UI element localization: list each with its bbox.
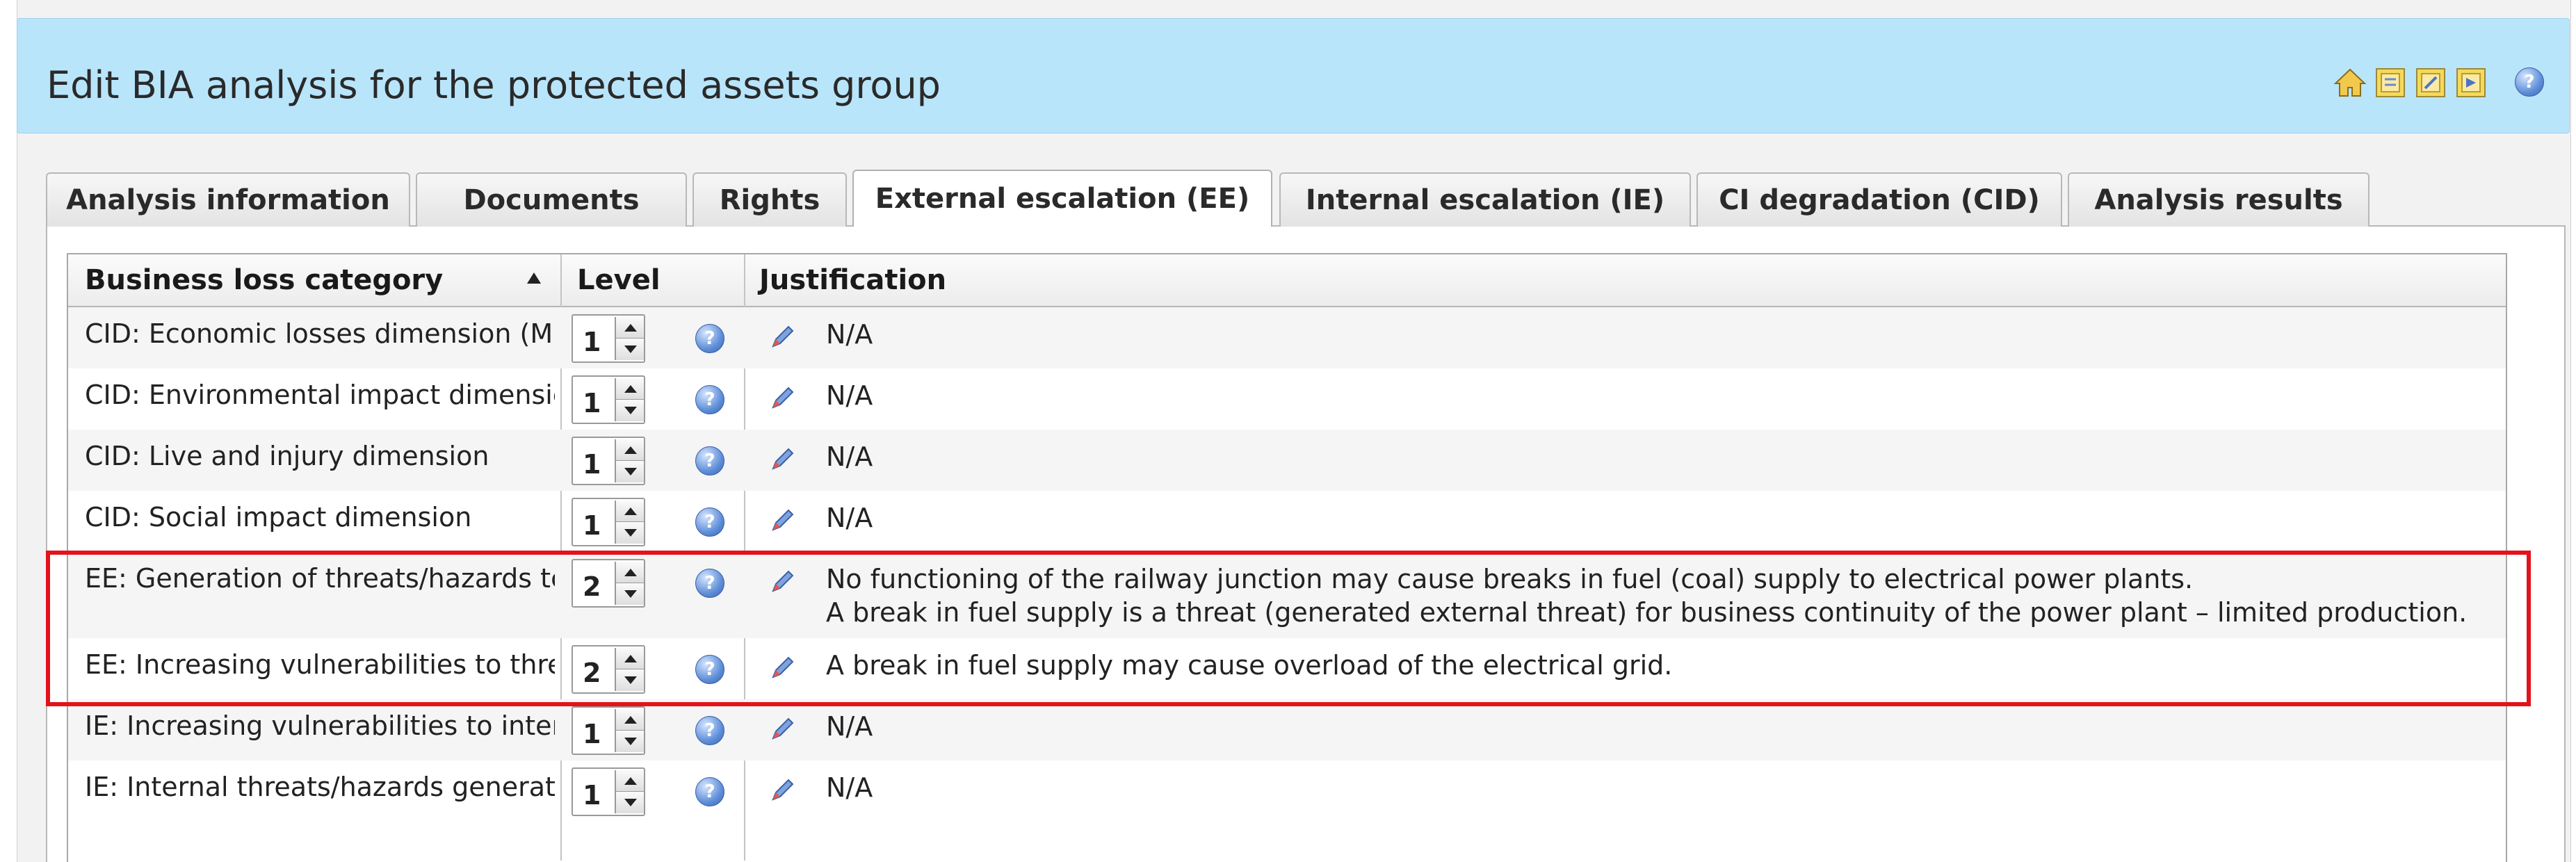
- level-stepper[interactable]: 1: [572, 498, 645, 546]
- justification-line: N/A: [826, 319, 873, 350]
- justification-line: N/A: [826, 380, 873, 411]
- pencil-icon[interactable]: [769, 506, 797, 534]
- justification-line: N/A: [826, 441, 873, 472]
- tab-rights[interactable]: Rights: [692, 172, 847, 227]
- category-cell: IE: Increasing vulnerabilities to inter: [85, 710, 555, 741]
- document-edit-icon[interactable]: [2413, 65, 2448, 100]
- pencil-icon[interactable]: [769, 323, 797, 350]
- stepper-down-button[interactable]: [615, 522, 644, 544]
- level-value: 1: [583, 327, 601, 357]
- tab-ci-degradation[interactable]: CI degradation (CID): [1696, 172, 2062, 227]
- level-value: 1: [583, 780, 601, 811]
- category-cell: CID: Live and injury dimension: [85, 441, 489, 471]
- stepper-down-button[interactable]: [615, 461, 644, 482]
- level-value: 1: [583, 510, 601, 541]
- document-icon[interactable]: [2373, 65, 2408, 100]
- category-cell: IE: Internal threats/hazards generat: [85, 772, 555, 802]
- document-export-icon[interactable]: [2454, 65, 2488, 100]
- stepper-up-button[interactable]: [615, 501, 644, 522]
- grid-header: Business loss category Level Justificati…: [68, 254, 2506, 307]
- level-stepper[interactable]: 1: [572, 314, 645, 363]
- sort-ascending-icon[interactable]: [527, 273, 541, 284]
- level-value: 1: [583, 449, 601, 480]
- column-header-level[interactable]: Level: [577, 254, 661, 306]
- stepper-down-button[interactable]: [615, 339, 644, 360]
- help-icon[interactable]: ?: [2515, 67, 2544, 97]
- help-icon[interactable]: ?: [695, 385, 724, 414]
- tab-internal-escalation[interactable]: Internal escalation (IE): [1279, 172, 1691, 227]
- stepper-down-button[interactable]: [615, 792, 644, 813]
- stepper-down-button[interactable]: [615, 731, 644, 752]
- home-icon[interactable]: [2333, 65, 2367, 100]
- table-row: CID: Live and injury dimension 1 ? N/A: [68, 430, 2506, 491]
- stepper-up-button[interactable]: [615, 317, 644, 339]
- justification-line: N/A: [826, 711, 873, 742]
- table-row: IE: Increasing vulnerabilities to inter …: [68, 699, 2506, 761]
- tab-analysis-results[interactable]: Analysis results: [2068, 172, 2370, 227]
- highlight-frame: [46, 551, 2531, 706]
- justification-line: N/A: [826, 503, 873, 533]
- level-value: 1: [583, 388, 601, 418]
- header-toolbar: [2333, 63, 2488, 102]
- tab-analysis-information[interactable]: Analysis information: [46, 172, 410, 227]
- tab-documents[interactable]: Documents: [416, 172, 687, 227]
- table-row: CID: Economic losses dimension (Mi 1 ? N…: [68, 307, 2506, 368]
- pencil-icon[interactable]: [769, 776, 797, 804]
- table-row: CID: Environmental impact dimensic 1 ? N…: [68, 368, 2506, 430]
- page-title: Edit BIA analysis for the protected asse…: [47, 63, 941, 107]
- stepper-up-button[interactable]: [615, 378, 644, 400]
- column-header-justification[interactable]: Justification: [759, 254, 946, 306]
- stepper-up-button[interactable]: [615, 709, 644, 731]
- page-header: Edit BIA analysis for the protected asse…: [17, 18, 2570, 133]
- category-cell: CID: Social impact dimension: [85, 502, 472, 532]
- level-stepper[interactable]: 1: [572, 767, 645, 816]
- table-row: IE: Internal threats/hazards generat 1 ?…: [68, 761, 2506, 822]
- level-stepper[interactable]: 1: [572, 437, 645, 485]
- stepper-down-button[interactable]: [615, 400, 644, 421]
- pencil-icon[interactable]: [769, 715, 797, 742]
- category-cell: CID: Environmental impact dimensic: [85, 380, 555, 410]
- table-row: CID: Social impact dimension 1 ? N/A: [68, 491, 2506, 552]
- category-cell: CID: Economic losses dimension (Mi: [85, 318, 555, 349]
- pencil-icon[interactable]: [769, 384, 797, 412]
- level-stepper[interactable]: 1: [572, 706, 645, 755]
- level-stepper[interactable]: 1: [572, 375, 645, 424]
- help-icon[interactable]: ?: [695, 716, 724, 745]
- stepper-up-button[interactable]: [615, 439, 644, 461]
- stepper-up-button[interactable]: [615, 770, 644, 792]
- help-icon[interactable]: ?: [695, 507, 724, 537]
- justification-line: N/A: [826, 772, 873, 803]
- tab-external-escalation[interactable]: External escalation (EE): [852, 170, 1272, 227]
- help-icon[interactable]: ?: [695, 777, 724, 806]
- pencil-icon[interactable]: [769, 445, 797, 473]
- help-icon[interactable]: ?: [695, 446, 724, 475]
- column-header-category[interactable]: Business loss category: [85, 254, 443, 306]
- level-value: 1: [583, 719, 601, 749]
- help-icon[interactable]: ?: [695, 324, 724, 353]
